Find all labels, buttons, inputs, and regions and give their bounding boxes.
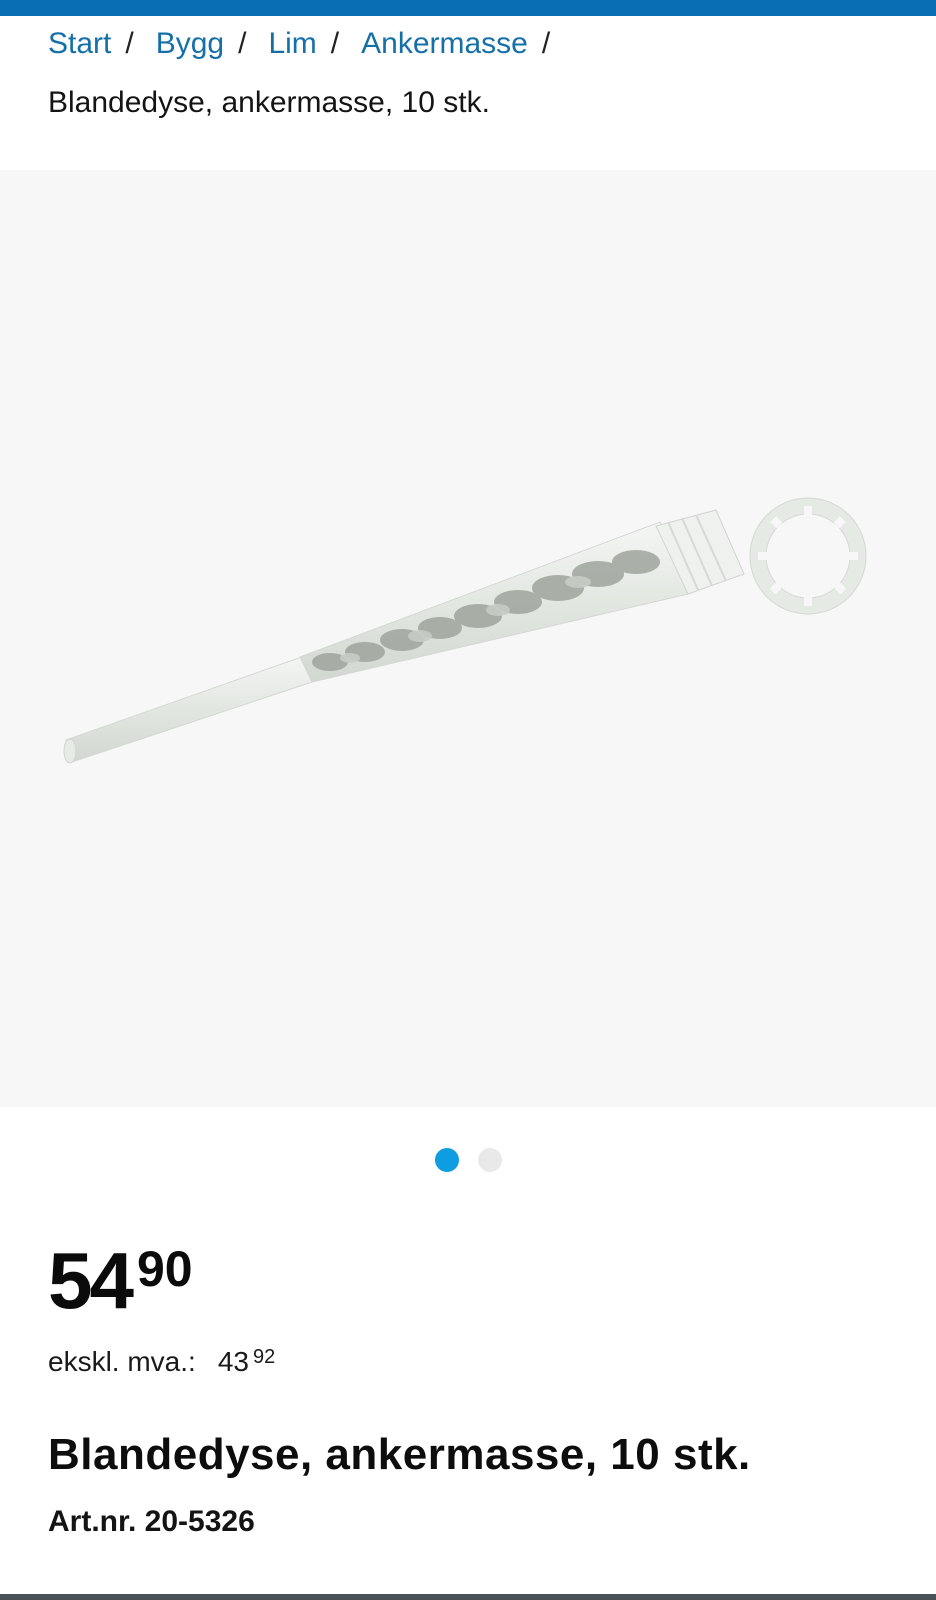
price: 54 90 bbox=[48, 1238, 193, 1324]
breadcrumb: Start / Bygg / Lim / Ankermasse / bbox=[48, 24, 572, 64]
breadcrumb-separator: / bbox=[125, 27, 134, 60]
price-integer: 54 bbox=[48, 1236, 134, 1325]
breadcrumb-link-lim[interactable]: Lim bbox=[268, 27, 316, 61]
article-number: Art.nr. 20-5326 bbox=[48, 1505, 255, 1538]
breadcrumb-link-bygg[interactable]: Bygg bbox=[156, 27, 224, 61]
breadcrumb-separator: / bbox=[330, 27, 340, 60]
breadcrumb-current-page: Blandedyse, ankermasse, 10 stk. bbox=[48, 86, 490, 119]
ex-vat-integer: 43 bbox=[217, 1346, 249, 1377]
breadcrumb-link-start[interactable]: Start bbox=[48, 27, 111, 61]
breadcrumb-separator: / bbox=[238, 27, 247, 60]
breadcrumb-link-ankermasse[interactable]: Ankermasse bbox=[361, 27, 528, 61]
ex-vat-label: ekskl. mva.: bbox=[48, 1346, 196, 1377]
price-ex-vat: ekskl. mva.: 43 92 bbox=[48, 1346, 275, 1378]
mixing-nozzle-image bbox=[63, 497, 867, 764]
bottom-edge-bar bbox=[0, 1594, 936, 1600]
product-image-gallery[interactable] bbox=[0, 170, 936, 1107]
price-decimal: 90 bbox=[136, 1241, 193, 1297]
top-brand-bar bbox=[0, 0, 936, 16]
ex-vat-decimal: 92 bbox=[252, 1346, 276, 1368]
gallery-dot-1[interactable] bbox=[434, 1148, 459, 1172]
product-title: Blandedyse, ankermasse, 10 stk. bbox=[48, 1430, 751, 1479]
gallery-pagination bbox=[0, 1148, 936, 1172]
breadcrumb-separator: / bbox=[541, 27, 551, 60]
gallery-dot-2[interactable] bbox=[477, 1148, 502, 1172]
